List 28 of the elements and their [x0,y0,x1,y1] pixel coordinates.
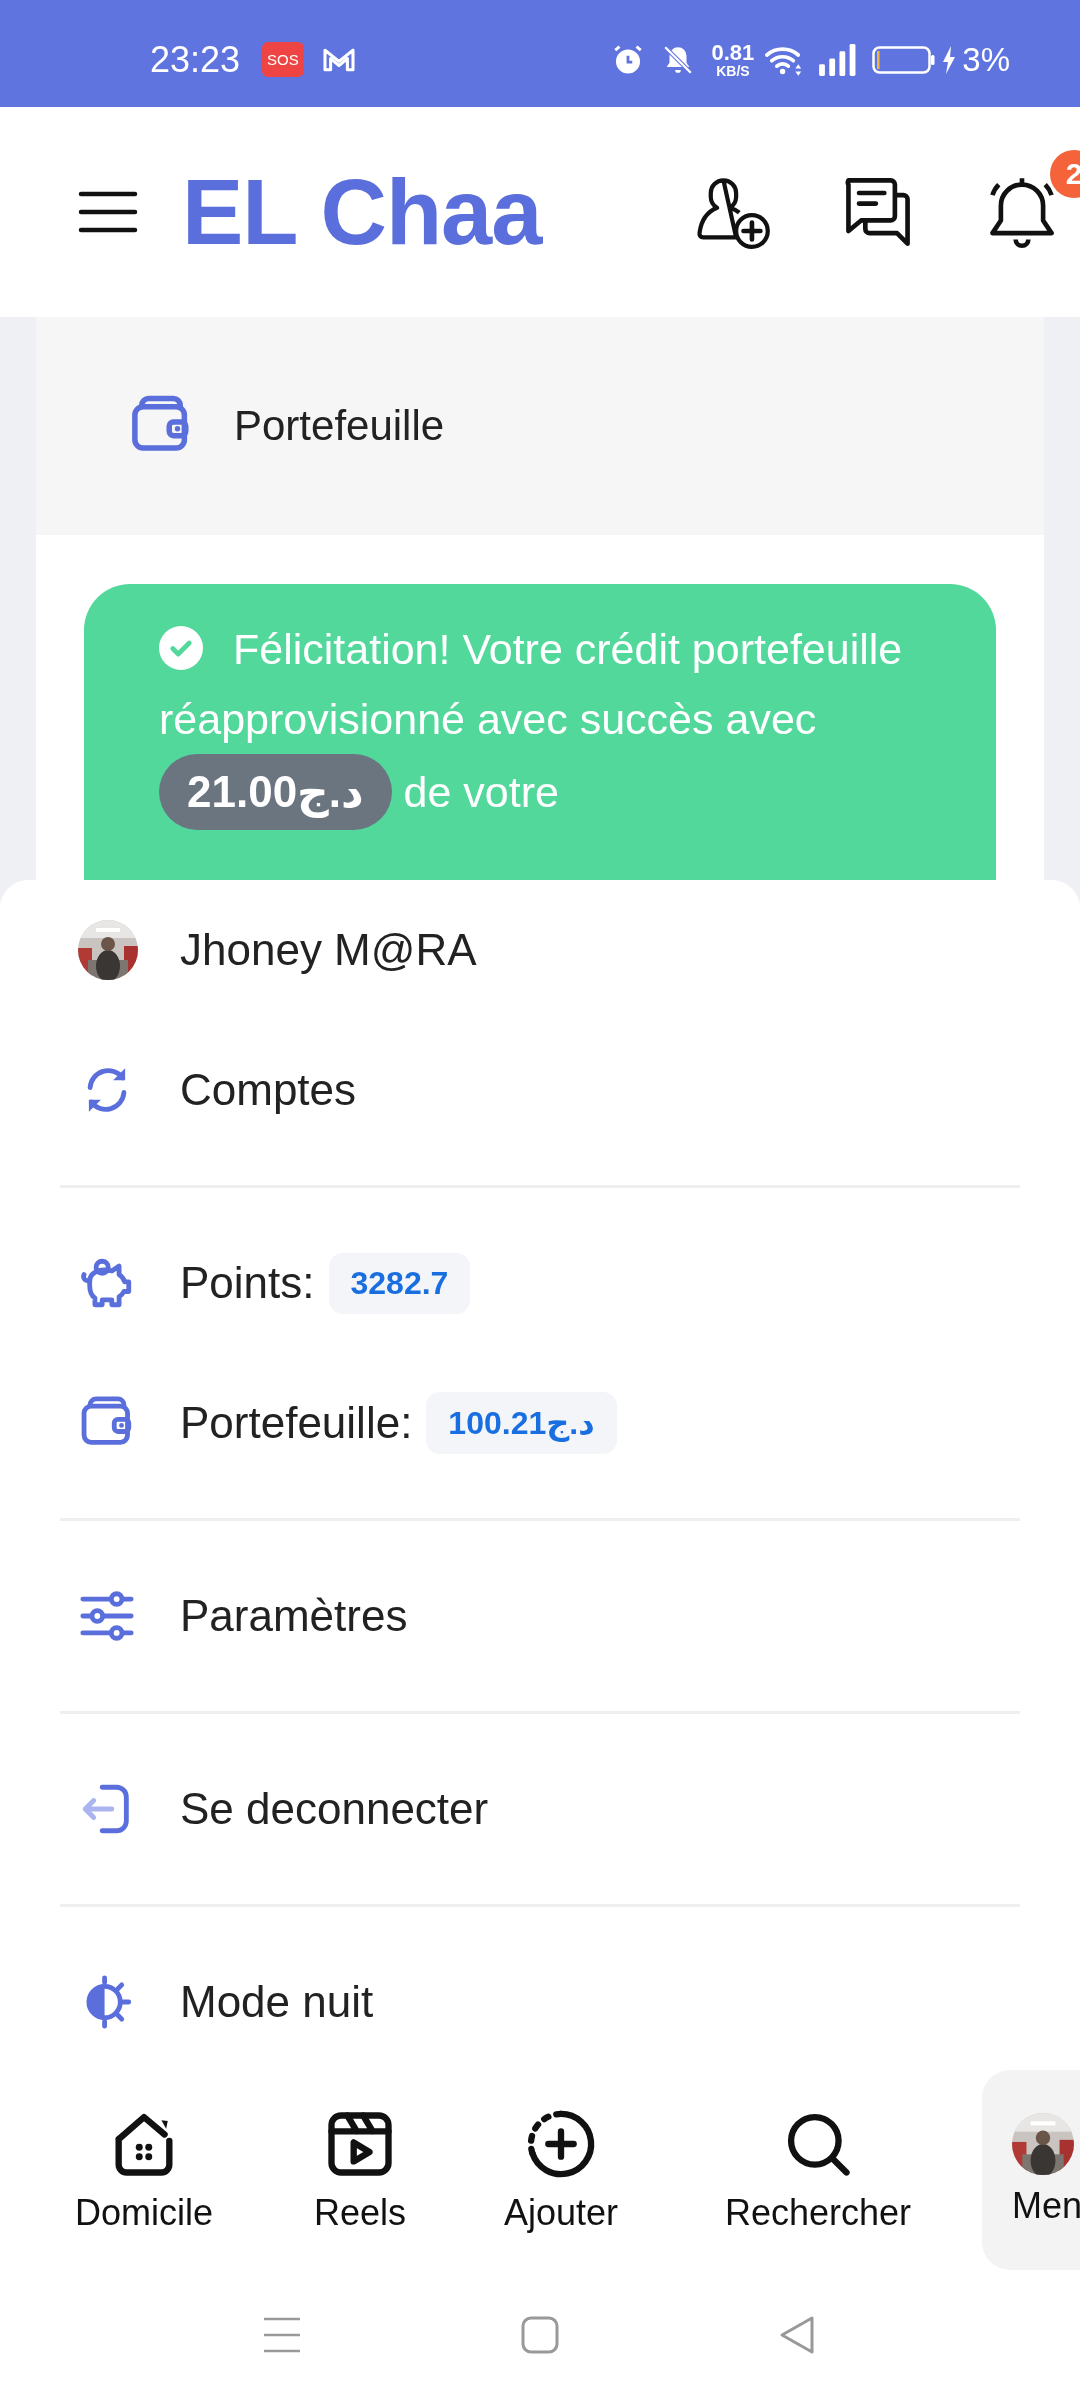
value-chip: 3282.7 [328,1252,471,1314]
home-button-icon[interactable] [520,2315,560,2355]
menu-item[interactable]: Se deconnecter [180,1784,489,1834]
battery-icon [872,45,937,74]
menu-item[interactable]: Portefeuille: [180,1398,413,1448]
nav-tab[interactable]: Ajouter [468,2070,654,2270]
check-circle-icon [159,626,203,670]
value-chip: 100.21د.ج [426,1392,617,1454]
nav-tab[interactable]: Domicile [36,2070,252,2270]
battery-percent: 3% [962,40,1010,79]
nav-tab[interactable]: Men [982,2070,1080,2270]
charging-bolt-icon [942,45,957,74]
profile-name[interactable]: Jhoney M@RA [180,925,477,975]
app-logo: EL Chaa [182,159,542,265]
clock-time: 23:23 [150,38,241,81]
speed-unit: KB/S [716,63,750,78]
network-speed: 0.81 [711,41,755,64]
menu-item[interactable]: Comptes [180,1065,357,1115]
recent-apps-icon[interactable] [262,2315,302,2355]
amount-badge: 21.00د.ج [159,754,392,830]
menu-item[interactable]: Mode nuit [180,1977,374,2027]
nav-tab[interactable]: Reels [252,2070,468,2270]
nav-tab[interactable]: Rechercher [654,2070,982,2270]
sos-badge: SOS [262,42,304,77]
menu-item[interactable]: Paramètres [180,1591,408,1641]
menu-item[interactable]: Points: [180,1258,315,1308]
section-title: Portefeuille [234,402,445,450]
menu-icon[interactable] [78,190,138,234]
